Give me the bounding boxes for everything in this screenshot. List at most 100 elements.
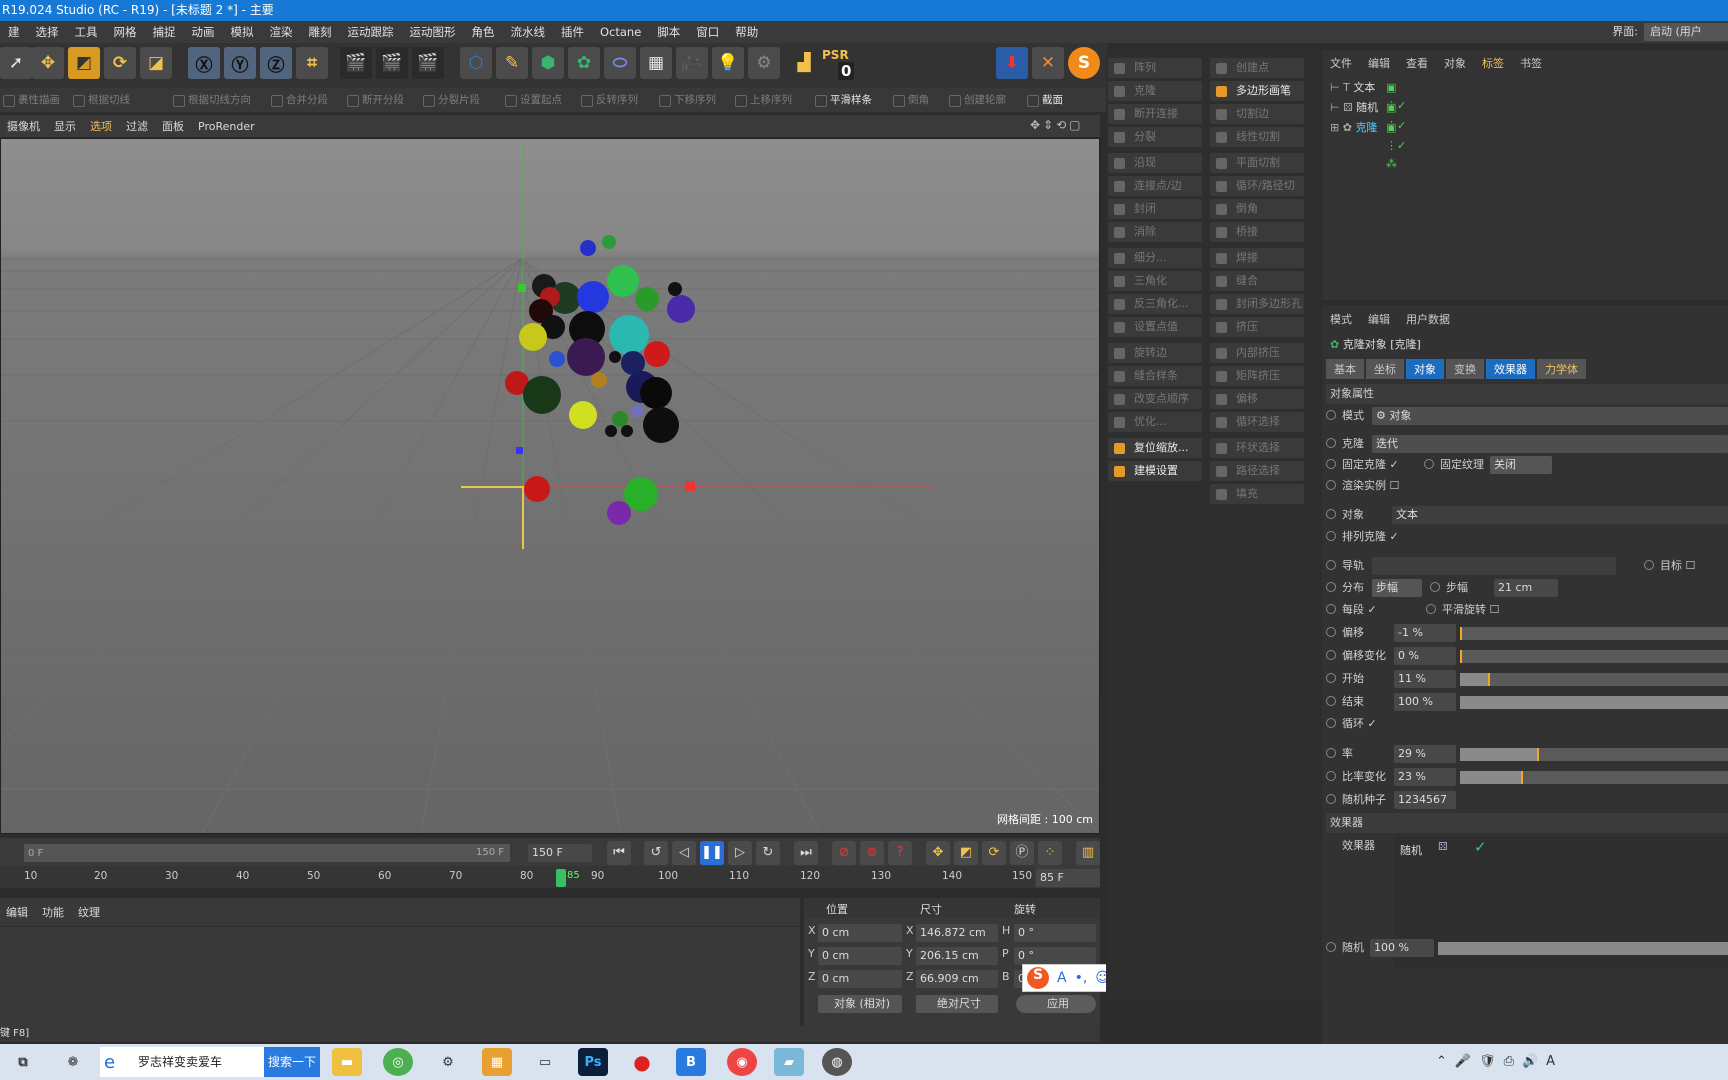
offset-variation-slider[interactable] — [1460, 650, 1728, 663]
modeling-tool-item[interactable]: 改变点顺序 — [1108, 389, 1202, 409]
psr-icon[interactable]: ▟ — [788, 47, 820, 79]
tool-label[interactable]: 根据切线方向 — [170, 91, 251, 109]
tab-basic[interactable]: 基本 — [1326, 359, 1364, 379]
modeling-tool-item[interactable]: 平面切割 — [1210, 153, 1304, 173]
tool-label[interactable]: 裹性描画 — [0, 91, 60, 109]
modeling-tool-item[interactable]: 封闭 — [1108, 199, 1202, 219]
frame-ruler[interactable]: 10 20 30 40 50 60 70 80 90 100 110 120 1… — [0, 866, 1034, 888]
random-strength-field[interactable]: 100 % — [1370, 939, 1434, 957]
object-row[interactable]: ⊞ ✿ 克隆 ▣ ⋮✓ ⁂ — [1330, 119, 1406, 170]
obj-menu-item[interactable]: 文件 — [1322, 55, 1360, 71]
fixed-texture-select[interactable]: 关闭 — [1490, 456, 1552, 474]
viewport-menu-item[interactable]: 显示 — [47, 118, 83, 134]
current-frame-marker[interactable] — [556, 869, 566, 887]
loop-checkbox[interactable]: 循环 ✓ — [1326, 714, 1377, 734]
menu-item[interactable]: 动画 — [184, 24, 223, 40]
modeling-tool-item[interactable]: 倒角 — [1210, 199, 1304, 219]
menu-item[interactable]: 选择 — [28, 24, 67, 40]
attr-menu-item[interactable]: 编辑 — [1368, 311, 1390, 327]
task-view-icon[interactable]: ⧉ — [8, 1048, 38, 1076]
pause-icon[interactable]: ❚❚ — [700, 841, 724, 865]
obj-menu-item[interactable]: 书签 — [1512, 55, 1550, 71]
object-link-field[interactable]: 文本 — [1392, 506, 1728, 524]
octane-down-icon[interactable]: ⬇ — [996, 47, 1028, 79]
x-axis-icon[interactable]: Ⓧ — [188, 47, 220, 79]
key-position-icon[interactable]: ✥ — [926, 841, 950, 865]
menu-item[interactable]: 角色 — [464, 24, 503, 40]
obj-menu-item[interactable]: 编辑 — [1360, 55, 1398, 71]
viewport-menu-item[interactable]: 选项 — [83, 118, 119, 134]
menu-item[interactable]: 脚本 — [649, 24, 688, 40]
z-axis-icon[interactable]: Ⓩ — [260, 47, 292, 79]
layout-select[interactable]: 启动 (用户 — [1644, 23, 1728, 41]
menu-item[interactable]: 模拟 — [223, 24, 262, 40]
modeling-tool-item[interactable]: 设置点值 — [1108, 317, 1202, 337]
cube-icon[interactable]: ⬡ — [460, 47, 492, 79]
record-icon[interactable]: ⊘ — [832, 841, 856, 865]
file-explorer-icon[interactable]: ▬ — [332, 1048, 362, 1076]
modeling-tool-item[interactable]: 复位缩放... — [1108, 438, 1202, 458]
ime-mode-icon[interactable]: A — [1057, 970, 1067, 986]
tool-label[interactable]: 创建轮廓 — [946, 91, 1006, 109]
live-select-icon[interactable]: ◪ — [140, 47, 172, 79]
modeling-tool-item[interactable]: 多边形画笔 — [1210, 81, 1304, 101]
attr-menu-item[interactable]: 用户数据 — [1406, 311, 1450, 327]
viewport-menu-item[interactable]: 摄像机 — [0, 118, 47, 134]
compress-icon[interactable]: ✕ — [1032, 47, 1064, 79]
size-z-field[interactable]: 66.909 cm — [916, 970, 998, 988]
end-slider[interactable] — [1460, 696, 1728, 709]
tab-edit[interactable]: 编辑 — [6, 904, 28, 920]
go-to-start-icon[interactable]: ⏮ — [607, 841, 631, 865]
rotate-icon[interactable]: ⟳ — [104, 47, 136, 79]
menu-item[interactable]: 建 — [0, 24, 28, 40]
tool-label[interactable]: 分裂片段 — [420, 91, 480, 109]
modeling-tool-item[interactable]: 三角化 — [1108, 271, 1202, 291]
assistant-icon[interactable]: ❁ — [58, 1048, 88, 1076]
offset-field[interactable]: -1 % — [1394, 624, 1456, 642]
modeling-tool-item[interactable]: 路径选择 — [1210, 461, 1304, 481]
chrome-icon[interactable]: ◉ — [727, 1048, 757, 1076]
step-field[interactable]: 21 cm — [1494, 579, 1558, 597]
menu-item[interactable]: 运动跟踪 — [340, 24, 402, 40]
max-frame-field[interactable]: 150 F — [528, 844, 592, 862]
object-row[interactable]: ⊢ ⚄ 随机 ▣ ⋮✓ — [1330, 99, 1406, 132]
modeling-tool-item[interactable]: 创建点 — [1210, 58, 1304, 78]
tab-transform[interactable]: 变换 — [1446, 359, 1484, 379]
tab-coord[interactable]: 坐标 — [1366, 359, 1404, 379]
attr-menu-item[interactable]: 模式 — [1330, 311, 1352, 327]
notes-icon[interactable]: ▰ — [774, 1048, 804, 1076]
menu-item[interactable]: 运动图形 — [402, 24, 464, 40]
guide-field[interactable] — [1372, 557, 1616, 575]
prev-key-icon[interactable]: ↺ — [644, 841, 668, 865]
viewport-menu-item[interactable]: 面板 — [155, 118, 191, 134]
smooth-rotation-checkbox[interactable]: 平滑旋转 ☐ — [1426, 600, 1499, 620]
remote-icon[interactable]: ▭ — [530, 1048, 560, 1076]
deformer-icon[interactable]: ⬭ — [604, 47, 636, 79]
prev-frame-icon[interactable]: ◁ — [672, 841, 696, 865]
target-checkbox[interactable]: 目标 ☐ — [1644, 556, 1695, 576]
y-handle[interactable] — [518, 284, 526, 292]
system-tray-icons[interactable]: ⌃🎤🛡⎙🔊A — [1436, 1054, 1563, 1069]
tab-effectors[interactable]: 效果器 — [1486, 359, 1535, 379]
per-segment-checkbox[interactable]: 每段 ✓ — [1326, 600, 1377, 620]
effector-item[interactable]: 随机 — [1400, 842, 1422, 858]
search-button[interactable]: 搜索一下 — [264, 1047, 320, 1077]
modeling-tool-item[interactable]: 沿现 — [1108, 153, 1202, 173]
apply-button[interactable]: 应用 — [1016, 995, 1096, 1013]
viewport-nav-icons[interactable]: ✥⇕⟲▢ — [1030, 118, 1084, 132]
offset-slider[interactable] — [1460, 627, 1728, 640]
render-instances-checkbox[interactable]: 渲染实例 ☐ — [1326, 476, 1399, 496]
app-icon[interactable]: ▦ — [482, 1048, 512, 1076]
rot-p-field[interactable]: 0 ° — [1014, 947, 1096, 965]
search-box[interactable]: 罗志祥变卖爱车 — [100, 1047, 264, 1077]
s-plugin-icon[interactable]: S — [1068, 47, 1100, 79]
tab-texture[interactable]: 纹理 — [78, 904, 100, 920]
photoshop-icon[interactable]: Ps — [578, 1048, 608, 1076]
rot-h-field[interactable]: 0 ° — [1014, 924, 1096, 942]
coord-mode-select[interactable]: 对象 (相对) — [818, 995, 902, 1013]
modeling-tool-item[interactable]: 消除 — [1108, 222, 1202, 242]
clone-select[interactable]: 迭代 — [1372, 435, 1728, 453]
next-frame-icon[interactable]: ▷ — [728, 841, 752, 865]
b-app-icon[interactable]: B — [676, 1048, 706, 1076]
pos-y-field[interactable]: 0 cm — [818, 947, 902, 965]
